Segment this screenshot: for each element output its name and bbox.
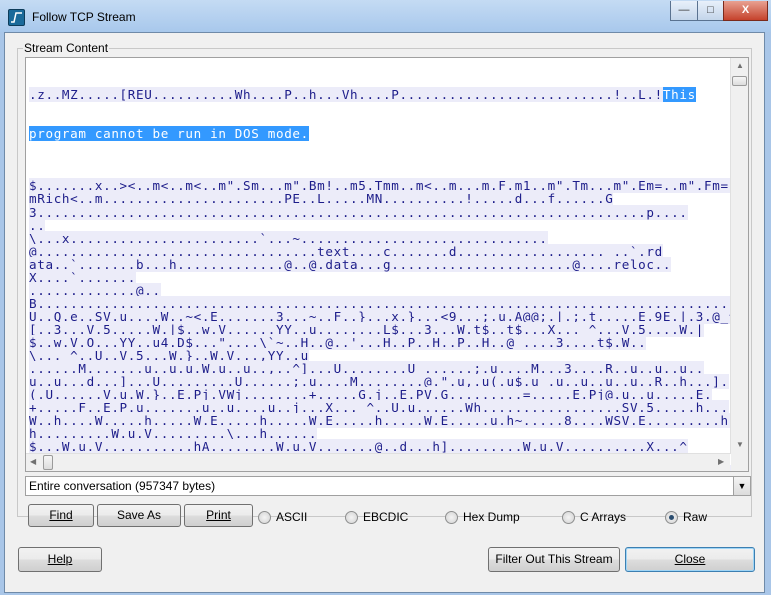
print-button-label: Print [206,508,231,522]
filter-button-label: Filter Out This Stream [495,552,613,566]
scroll-down-arrow-icon[interactable]: ▼ [736,440,744,449]
scroll-corner [731,454,748,471]
radio-dot[interactable] [345,511,358,524]
wireshark-app-icon [8,9,25,26]
find-button-label: Find [49,508,73,522]
radio-dot[interactable] [562,511,575,524]
selected-text: program cannot be run in DOS mode. [29,126,309,142]
conversation-select-value: Entire conversation (957347 bytes) [29,479,216,493]
stream-line: U..Q.e..SV.u....W..~<.E.......3...~..F..… [29,308,748,324]
find-button[interactable]: Find [28,504,94,527]
stream-line: ata..`.......b...h.............@..@.data… [29,256,748,272]
window-title: Follow TCP Stream [32,10,136,24]
radio-dot[interactable] [258,511,271,524]
stream-line: $...W.u.V...........hA........W.u.V.....… [29,439,748,455]
stream-line: X....`....... [29,269,748,285]
radio-dot-selected[interactable] [665,511,678,524]
save-as-button-label: Save As [116,508,162,522]
help-button-label: Help [47,552,73,566]
radio-label: Raw [683,510,708,524]
stream-line: \...x.......................`...~.......… [29,230,748,246]
stream-line: .. [29,217,748,233]
selected-text: This [662,87,696,103]
title-bar[interactable]: Follow TCP Stream — □ X [0,0,771,32]
radio-label: C Arrays [580,510,627,524]
close-button-label: Close [674,552,706,566]
stream-line: 3.......................................… [29,204,748,220]
vertical-scroll-thumb[interactable] [732,76,747,86]
chevron-down-icon[interactable]: ▼ [733,477,750,495]
stream-content-label: Stream Content [23,41,110,55]
stream-line: .z..MZ.....[REU..........Wh....P..h...Vh… [29,87,748,103]
save-as-button[interactable]: Save As [97,504,181,527]
dialog-body: Stream Content .z..MZ.....[REU..........… [4,32,765,593]
maximize-button[interactable]: □ [697,1,724,21]
stream-line: program cannot be run in DOS mode. [29,126,748,142]
scroll-left-arrow-icon[interactable]: ◀ [30,457,36,466]
radio-label: EBCDIC [363,510,409,524]
scroll-up-arrow-icon[interactable]: ▲ [736,61,744,70]
conversation-select[interactable]: Entire conversation (957347 bytes) ▼ [25,476,751,496]
radio-label: ASCII [276,510,308,524]
vertical-scrollbar[interactable]: ▲ ▼ [730,58,748,454]
stream-content-textarea[interactable]: .z..MZ.....[REU..........Wh....P..h...Vh… [25,57,749,472]
horizontal-scroll-thumb[interactable] [43,455,53,470]
scroll-right-arrow-icon[interactable]: ▶ [718,457,724,466]
stream-line: B.......................................… [29,295,748,311]
horizontal-scrollbar[interactable]: ◀ ▶ [26,453,730,471]
radio-label: Hex Dump [463,510,520,524]
stream-line: @..................................text.… [29,243,748,259]
close-button[interactable]: Close [625,547,755,572]
stream-line-text: 3.......................................… [29,204,688,220]
close-window-button[interactable]: X [723,1,768,21]
stream-line-text: .z..MZ.....[REU..........Wh....P..h...Vh… [29,87,663,103]
radio-dot[interactable] [445,511,458,524]
print-button[interactable]: Print [184,504,253,527]
minimize-button[interactable]: — [670,1,698,21]
filter-out-stream-button[interactable]: Filter Out This Stream [488,547,620,572]
stream-line: mRich<..m......................PE..L....… [29,191,748,207]
help-button[interactable]: Help [18,547,102,572]
stream-text[interactable]: .z..MZ.....[REU..........Wh....P..h...Vh… [29,62,748,471]
stream-line: .............@.. [29,282,748,298]
